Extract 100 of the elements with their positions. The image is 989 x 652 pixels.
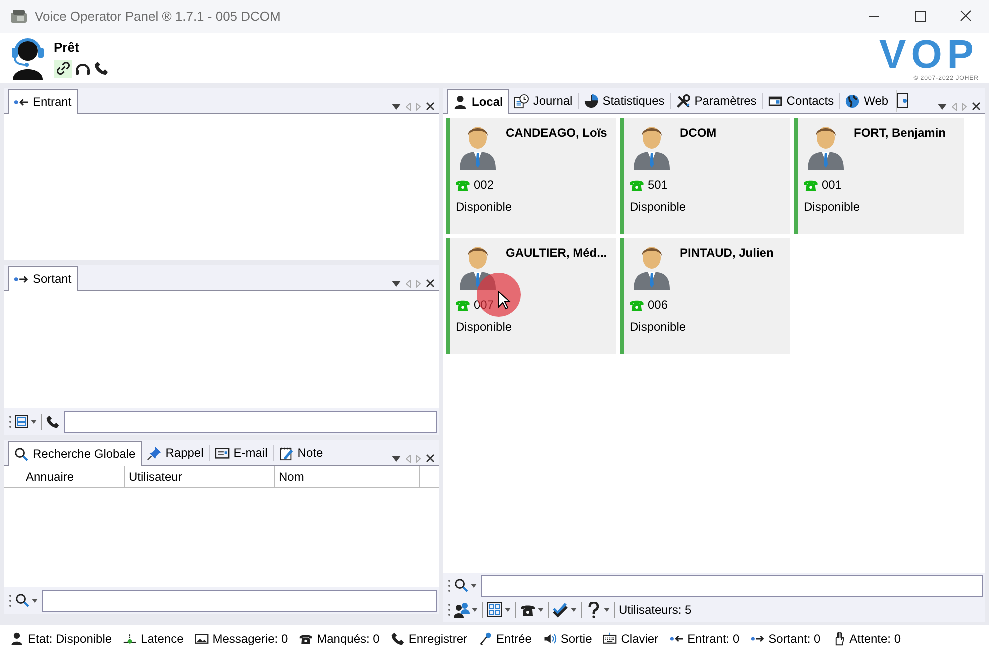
status-item[interactable]: Attente: 0 (832, 630, 902, 648)
user-status: Disponible (630, 319, 688, 336)
speaker-icon (542, 632, 557, 646)
operator-headset-icon (10, 36, 46, 80)
status-item[interactable]: Etat: Disponible (10, 630, 112, 648)
pie-chart-icon (584, 94, 599, 108)
tab[interactable]: Sortant (8, 266, 78, 291)
user-name: GAULTIER, Méd... (506, 245, 608, 262)
user-card[interactable]: DCOM 501 Disponible (620, 118, 790, 234)
user-status: Disponible (456, 319, 514, 336)
window-title: Voice Operator Panel ® 1.7.1 - 005 DCOM (35, 8, 281, 26)
close-icon[interactable] (426, 454, 435, 463)
dropdown-arrow-icon[interactable] (32, 598, 38, 602)
dropdown-arrow-icon[interactable] (472, 608, 478, 612)
dropdown-arrow-icon[interactable] (392, 104, 401, 110)
status-item[interactable]: Entrée (478, 630, 532, 648)
search-field[interactable] (481, 574, 983, 596)
handset-icon[interactable] (46, 414, 60, 428)
toolbar-grip-icon (9, 594, 12, 608)
close-icon[interactable] (972, 102, 981, 111)
status-item[interactable]: Sortie (542, 630, 592, 648)
telephone-icon (10, 8, 28, 24)
tab[interactable]: Statistiques (578, 89, 670, 113)
notepad-icon (278, 446, 294, 460)
checkmarks-button[interactable] (553, 602, 577, 618)
dropdown-arrow-icon[interactable] (31, 420, 37, 424)
telephone-icon (804, 180, 818, 190)
user-name: DCOM (680, 125, 717, 142)
microphone-icon (478, 632, 493, 646)
status-item[interactable]: Sortant: 0 (750, 630, 821, 648)
grid-view-button[interactable] (487, 602, 511, 618)
tab[interactable]: Entrant (8, 89, 78, 114)
dropdown-arrow-icon[interactable] (392, 280, 401, 286)
dropdown-arrow-icon[interactable] (471, 584, 477, 588)
search-icon (15, 593, 30, 608)
column-header[interactable]: Annuaire (4, 466, 124, 487)
tab[interactable]: Local (447, 89, 510, 114)
card-icon (214, 446, 230, 460)
toolbar-grip-icon (448, 578, 451, 592)
dropdown-arrow-icon[interactable] (505, 608, 511, 612)
telephone-icon (456, 180, 470, 190)
extension-number: 501 (648, 177, 668, 194)
user-count: Utilisateurs: 5 (619, 602, 692, 619)
status-item[interactable]: Messagerie: 0 (194, 630, 288, 648)
tab[interactable]: Paramètres (670, 89, 762, 113)
tab[interactable]: Recherche Globale (8, 441, 142, 466)
status-item[interactable]: Manqués: 0 (299, 630, 380, 648)
mouse-pointer-icon (498, 291, 511, 310)
user-status: Disponible (630, 199, 688, 216)
search-field[interactable] (42, 590, 437, 612)
extension-number: 001 (822, 177, 842, 194)
logo: VOP (880, 35, 979, 75)
user-status: Disponible (456, 199, 514, 216)
tools-icon (676, 94, 691, 108)
tab[interactable]: E-mail (210, 441, 273, 465)
users-button[interactable] (454, 602, 478, 618)
globe-icon (845, 94, 860, 108)
status-item[interactable]: Clavier (603, 630, 659, 648)
search-button[interactable] (15, 593, 38, 608)
tab[interactable]: Journal (509, 89, 578, 113)
dropdown-arrow-icon[interactable] (571, 608, 577, 612)
column-header[interactable]: Nom (274, 466, 420, 487)
user-card[interactable]: FORT, Benjamin 001 Disponible (794, 118, 964, 234)
signal-icon (123, 632, 138, 646)
status-item[interactable]: Enregistrer (390, 630, 468, 648)
tab[interactable]: Note (274, 441, 328, 465)
dropdown-arrow-icon[interactable] (538, 608, 544, 612)
tab[interactable]: Rappel (142, 441, 209, 465)
user-name: PINTAUD, Julien (680, 245, 774, 262)
person-icon (453, 94, 468, 110)
status-item[interactable]: Latence (123, 630, 184, 648)
extension-number: 006 (648, 297, 668, 314)
dropdown-arrow-icon[interactable] (604, 608, 610, 612)
help-button[interactable] (586, 602, 610, 618)
close-icon[interactable] (426, 102, 435, 111)
close-icon[interactable] (426, 279, 435, 288)
handset-icon[interactable] (94, 61, 109, 76)
search-icon (454, 578, 469, 593)
telephone-icon (630, 300, 644, 310)
picture-frame-icon (194, 632, 209, 646)
partial-tab-icon[interactable] (896, 93, 908, 109)
user-card[interactable]: CANDEAGO, Loïs 002 Disponible (446, 118, 616, 234)
user-name: CANDEAGO, Loïs (506, 125, 608, 142)
layout-button[interactable] (15, 414, 37, 428)
user-card[interactable]: PINTAUD, Julien 006 Disponible (620, 238, 790, 354)
tab[interactable]: Web (840, 89, 894, 113)
keyboard-icon (603, 632, 618, 646)
telephone-icon (630, 180, 644, 190)
user-name: FORT, Benjamin (854, 125, 946, 142)
tab[interactable]: Contacts (762, 89, 840, 113)
link-button[interactable] (54, 60, 72, 78)
dropdown-arrow-icon[interactable] (392, 456, 401, 462)
dial-field[interactable] (64, 410, 437, 432)
person-icon (10, 632, 24, 646)
dropdown-arrow-icon[interactable] (938, 104, 947, 110)
status-item[interactable]: Entrant: 0 (670, 630, 740, 648)
clock-document-icon (514, 94, 530, 108)
telephone-icon (456, 300, 470, 310)
column-header[interactable]: Utilisateur (124, 466, 274, 487)
search-button[interactable] (454, 578, 477, 593)
